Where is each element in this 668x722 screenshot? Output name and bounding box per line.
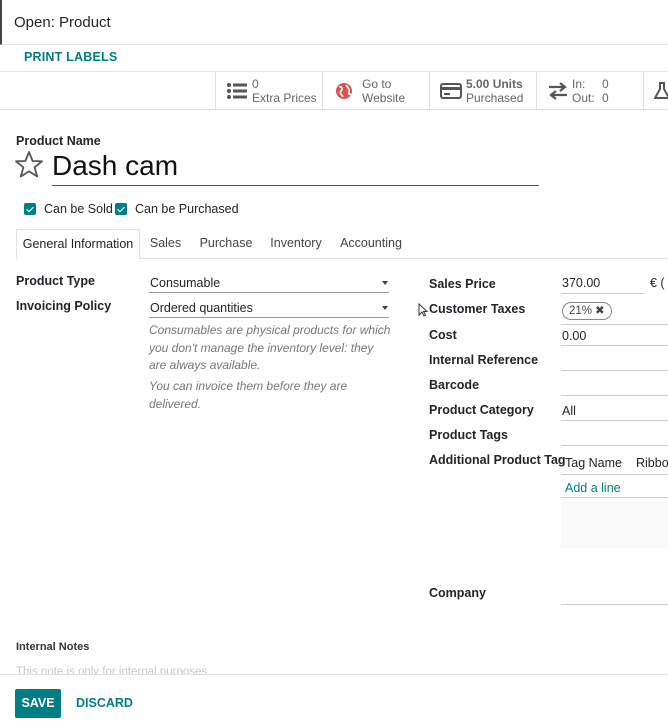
dialog-title: Open: Product xyxy=(14,14,111,31)
more-smart-button[interactable] xyxy=(643,72,668,110)
extra-prices-label: Extra Prices xyxy=(252,91,317,105)
product-name-input[interactable]: Dash cam xyxy=(52,148,539,186)
product-type-select[interactable]: Consumable xyxy=(150,276,220,290)
can-be-sold-checkbox[interactable]: Can be Sold xyxy=(24,201,113,217)
website-line2: Website xyxy=(362,91,406,105)
smart-buttons-bar: 0 Extra Prices Go to Website 5.00 Units … xyxy=(0,72,668,110)
product-category-select[interactable]: All xyxy=(562,404,576,418)
product-tags-label: Product Tags xyxy=(429,428,508,442)
print-labels-button[interactable]: PRINT LABELS xyxy=(24,50,117,64)
invoicing-policy-select[interactable]: Ordered quantities xyxy=(150,301,253,315)
globe-icon xyxy=(336,83,352,99)
tax-tag-label: 21% xyxy=(569,305,593,317)
action-bar: PRINT LABELS xyxy=(0,45,668,72)
checkbox-checked-icon xyxy=(24,203,36,215)
invoicing-policy-label: Invoicing Policy xyxy=(16,299,112,313)
notebook-tabs: General Information Sales Purchase Inven… xyxy=(16,229,668,260)
mouse-cursor-icon xyxy=(418,303,428,317)
out-value: 0 xyxy=(602,91,609,105)
dialog-footer: SAVE DISCARD xyxy=(0,674,668,722)
website-line1: Go to xyxy=(362,77,392,91)
purchased-label: Purchased xyxy=(466,91,524,105)
star-icon[interactable] xyxy=(14,150,44,180)
tab-accounting[interactable]: Accounting xyxy=(331,229,411,259)
list-icon xyxy=(227,83,247,99)
extra-prices-button[interactable]: 0 Extra Prices xyxy=(215,72,322,110)
go-to-website-button[interactable]: Go to Website xyxy=(322,72,429,110)
additional-product-tag-label: Additional Product Tag xyxy=(429,453,566,467)
tab-sales[interactable]: Sales xyxy=(140,229,191,259)
tab-purchase[interactable]: Purchase xyxy=(191,229,261,259)
credit-card-icon xyxy=(440,83,462,99)
chevron-down-icon xyxy=(382,281,388,285)
company-input[interactable] xyxy=(561,604,668,605)
chevron-down-icon xyxy=(382,306,388,310)
can-be-sold-label: Can be Sold xyxy=(44,202,113,216)
sales-price-underline xyxy=(561,293,644,294)
in-out-button[interactable]: In: 0 Out: 0 xyxy=(536,72,643,110)
product-type-help: Consumables are physical products for wh… xyxy=(149,323,391,372)
product-name-label: Product Name xyxy=(16,134,101,148)
currency-symbol: € ( xyxy=(650,276,665,290)
tab-inventory[interactable]: Inventory xyxy=(261,229,331,259)
close-icon[interactable]: ✖ xyxy=(595,305,605,317)
extra-prices-count: 0 xyxy=(252,77,259,91)
in-label: In: xyxy=(572,77,586,91)
exchange-icon xyxy=(549,82,567,100)
tab-general-information[interactable]: General Information xyxy=(16,229,140,260)
product-tags-input[interactable] xyxy=(561,445,668,446)
sales-price-label: Sales Price xyxy=(429,277,496,291)
dialog-header: Open: Product xyxy=(0,0,668,45)
out-label: Out: xyxy=(572,91,595,105)
cost-underline xyxy=(561,345,668,346)
purchased-quantity: 5.00 Units xyxy=(466,77,523,91)
internal-notes-field[interactable]: This note is only for internal purposes. xyxy=(16,666,210,674)
purchased-button[interactable]: 5.00 Units Purchased xyxy=(429,72,536,110)
product-category-label: Product Category xyxy=(429,403,534,417)
product-type-underline xyxy=(149,292,389,293)
internal-reference-input[interactable] xyxy=(561,370,668,371)
internal-notes-label: Internal Notes xyxy=(16,641,90,653)
save-button[interactable]: SAVE xyxy=(15,689,61,718)
can-be-purchased-checkbox[interactable]: Can be Purchased xyxy=(115,201,239,217)
cost-input[interactable]: 0.00 xyxy=(562,329,586,343)
sales-price-input[interactable]: 370.00 xyxy=(562,276,600,290)
table-header-divider xyxy=(561,474,668,475)
invoicing-policy-underline xyxy=(149,317,389,318)
product-type-label: Product Type xyxy=(16,274,95,288)
barcode-label: Barcode xyxy=(429,378,480,392)
can-be-purchased-label: Can be Purchased xyxy=(135,202,239,216)
column-header-tag-name[interactable]: Tag Name xyxy=(565,456,622,470)
invoicing-help: You can invoice them before they are del… xyxy=(149,379,348,411)
column-header-ribbon[interactable]: Ribbon xyxy=(636,456,668,470)
checkbox-checked-icon xyxy=(115,203,127,215)
tax-tag[interactable]: 21% ✖ xyxy=(562,302,612,320)
in-value: 0 xyxy=(602,77,609,91)
product-category-underline xyxy=(561,420,668,421)
table-empty-rows xyxy=(561,498,668,548)
internal-reference-label: Internal Reference xyxy=(429,353,539,367)
discard-button[interactable]: DISCARD xyxy=(76,696,133,710)
add-a-line-link[interactable]: Add a line xyxy=(565,481,621,495)
customer-taxes-label: Customer Taxes xyxy=(429,302,526,316)
company-label: Company xyxy=(429,586,486,600)
cost-label: Cost xyxy=(429,328,457,342)
barcode-input[interactable] xyxy=(561,395,668,396)
flask-icon xyxy=(654,82,668,99)
customer-taxes-underline xyxy=(561,324,668,325)
